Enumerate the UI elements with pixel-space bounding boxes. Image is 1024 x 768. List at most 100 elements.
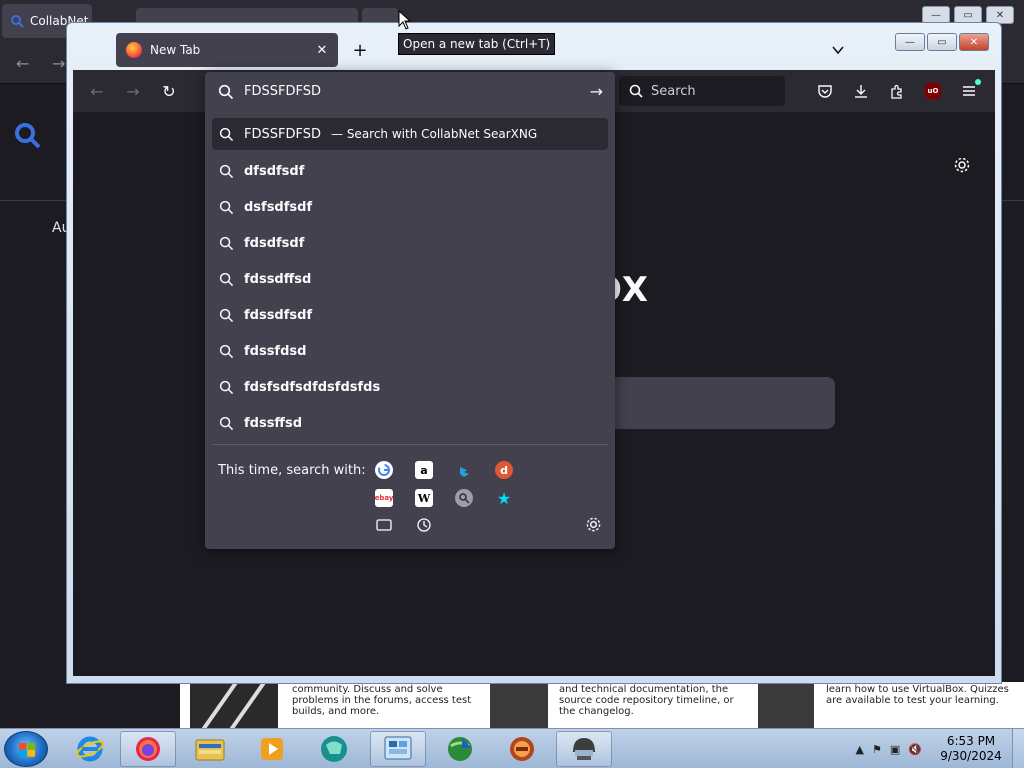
- search-icon: [219, 380, 234, 394]
- page-search-bar[interactable]: [593, 377, 835, 429]
- searxng-icon[interactable]: [455, 489, 473, 507]
- control-panel-icon[interactable]: [370, 731, 426, 767]
- suggestion-term: dsfsdfsdf: [244, 199, 313, 215]
- suggestion-row[interactable]: fdssffsd: [212, 407, 608, 439]
- bookmarks-icon[interactable]: ★: [495, 489, 513, 508]
- search-icon: [218, 84, 234, 100]
- new-tab-tooltip: Open a new tab (Ctrl+T): [398, 33, 556, 55]
- wikipedia-icon[interactable]: W: [415, 489, 433, 507]
- footer-text-docs: and technical documentation, the source …: [559, 684, 734, 717]
- network-globe-icon[interactable]: [432, 731, 488, 767]
- maximize-icon[interactable]: ▭: [927, 33, 957, 51]
- suggestion-row[interactable]: dsfsdfsdf: [212, 191, 608, 223]
- go-arrow-icon[interactable]: →: [590, 82, 603, 101]
- suggestion-term: fdssdffsd: [244, 271, 312, 287]
- update-dot-icon: [975, 79, 981, 85]
- window-controls: — ▭ ✕: [895, 33, 989, 51]
- clock-date: 9/30/2024: [940, 749, 1002, 763]
- downloads-icon[interactable]: [849, 79, 873, 103]
- suggestion-row[interactable]: fdssdffsd: [212, 263, 608, 295]
- background-forward-icon[interactable]: →: [52, 54, 65, 73]
- pocket-icon[interactable]: [813, 79, 837, 103]
- one-off-label: This time, search with:: [218, 463, 366, 478]
- back-icon[interactable]: ←: [85, 79, 109, 103]
- tab-new-tab[interactable]: New Tab ✕: [116, 33, 338, 67]
- search-icon: [219, 308, 234, 322]
- clock[interactable]: 6:53 PM 9/30/2024: [934, 734, 1008, 764]
- firefox-taskbar-icon[interactable]: [120, 731, 176, 767]
- suggestion-row[interactable]: dfsdfsdf: [212, 155, 608, 187]
- show-desktop-button[interactable]: [1012, 729, 1024, 768]
- tabs-icon[interactable]: [375, 516, 393, 534]
- media-player-icon[interactable]: [244, 731, 300, 767]
- mouse-cursor-icon: [398, 9, 412, 33]
- close-tab-icon[interactable]: ✕: [314, 42, 330, 58]
- search-settings-gear-icon[interactable]: [585, 516, 602, 537]
- google-icon[interactable]: [375, 461, 393, 479]
- volume-muted-icon[interactable]: 🔇: [908, 743, 922, 756]
- suggestion-hint: — Search with CollabNet SearXNG: [331, 127, 538, 141]
- forward-icon[interactable]: →: [121, 79, 145, 103]
- search-icon: [219, 200, 234, 214]
- clock-time: 6:53 PM: [946, 734, 996, 748]
- close-window-icon[interactable]: ✕: [959, 33, 989, 51]
- chat-app-icon[interactable]: [306, 731, 362, 767]
- firefox-icon: [126, 42, 142, 58]
- toolbar-search-placeholder: Search: [651, 83, 696, 99]
- suggestion-term: fdsdfsdf: [244, 235, 305, 251]
- new-tab-button[interactable]: +: [348, 38, 372, 62]
- gear-icon[interactable]: [953, 156, 971, 179]
- background-image-2: [490, 684, 548, 728]
- tray-icons: ▲ ⚑ ▣ 🔇: [856, 743, 922, 756]
- background-back-icon[interactable]: ←: [16, 54, 29, 73]
- search-icon: [219, 164, 234, 178]
- suggestion-term: fdsfsdfsdfdsfdsfds: [244, 379, 381, 395]
- searxng-logo-icon: [14, 122, 42, 156]
- suggestion-row[interactable]: fdssfdsd: [212, 335, 608, 367]
- tab-title: New Tab: [150, 43, 201, 57]
- amazon-icon[interactable]: a: [415, 461, 433, 479]
- ebay-icon[interactable]: ebay: [375, 489, 393, 507]
- urlbar-dropdown: FDSSFDFSD → FDSSFDFSD — Search with Coll…: [205, 72, 615, 549]
- searxng-icon: [10, 14, 24, 28]
- footer-text-learn: learn how to use VirtualBox. Quizzes are…: [826, 684, 1009, 706]
- url-input[interactable]: FDSSFDFSD →: [205, 72, 615, 112]
- helmet-app-icon[interactable]: [556, 731, 612, 767]
- bing-icon[interactable]: [455, 461, 473, 479]
- suggestion-row[interactable]: fdsfsdfsdfdsfdsfds: [212, 371, 608, 403]
- search-icon: [219, 236, 234, 250]
- reload-icon[interactable]: ↻: [157, 79, 181, 103]
- chevron-down-icon[interactable]: [827, 39, 849, 61]
- show-hidden-icons-icon[interactable]: ▲: [856, 743, 864, 756]
- minimize-icon[interactable]: —: [895, 33, 925, 51]
- duckduckgo-icon[interactable]: d: [495, 461, 513, 479]
- suggestion-row[interactable]: fdsdfsdf: [212, 227, 608, 259]
- extensions-icon[interactable]: [885, 79, 909, 103]
- background-image: [190, 684, 278, 728]
- url-input-value: FDSSFDFSD: [244, 84, 321, 99]
- firefox-setup-icon[interactable]: [494, 731, 550, 767]
- taskbar: ▲ ⚑ ▣ 🔇 6:53 PM 9/30/2024: [0, 728, 1024, 768]
- background-image-3: [758, 684, 814, 728]
- suggestion-term: dfsdfsdf: [244, 163, 305, 179]
- internet-explorer-icon[interactable]: [62, 731, 118, 767]
- history-icon[interactable]: [415, 516, 433, 534]
- suggestion-term: fdssdfsdf: [244, 307, 313, 323]
- file-explorer-icon[interactable]: [182, 731, 238, 767]
- system-tray: ▲ ⚑ ▣ 🔇 6:53 PM 9/30/2024: [856, 729, 1024, 768]
- one-off-divider: [212, 444, 608, 445]
- ublock-icon[interactable]: uO: [921, 79, 945, 103]
- start-button[interactable]: [4, 731, 48, 767]
- suggestion-term: FDSSFDFSD: [244, 126, 321, 142]
- suggestion-row[interactable]: FDSSFDFSD — Search with CollabNet SearXN…: [212, 118, 608, 150]
- search-icon: [219, 416, 234, 430]
- network-icon[interactable]: ▣: [890, 743, 900, 756]
- suggestion-row[interactable]: fdssdfsdf: [212, 299, 608, 331]
- search-icon: [629, 84, 643, 98]
- suggestion-term: fdssffsd: [244, 415, 303, 431]
- search-icon: [219, 344, 234, 358]
- search-icon: [219, 272, 234, 286]
- toolbar-search-box[interactable]: Search: [619, 76, 785, 106]
- action-center-flag-icon[interactable]: ⚑: [872, 743, 882, 756]
- suggestion-term: fdssfdsd: [244, 343, 307, 359]
